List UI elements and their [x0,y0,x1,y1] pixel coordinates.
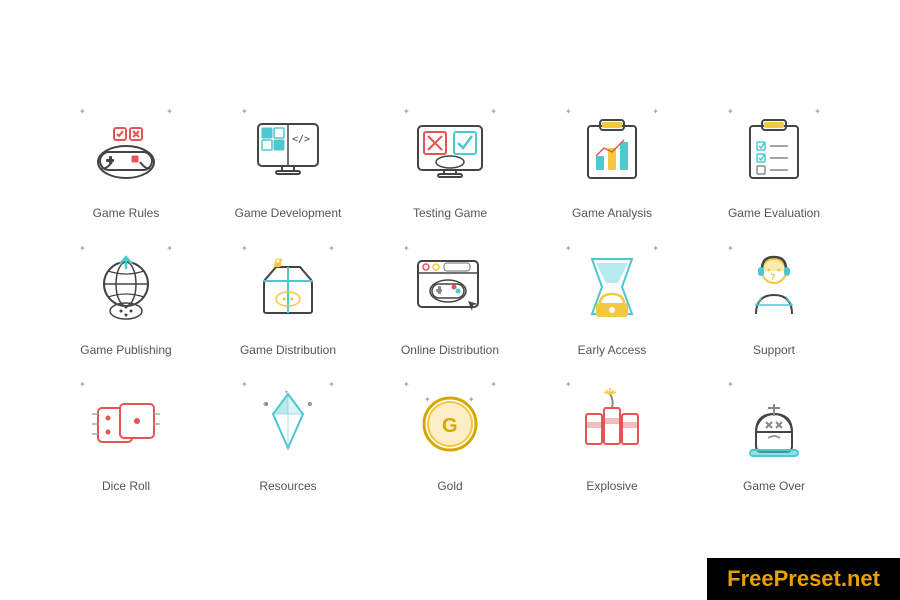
icon-item-game-rules: ✦ ✦ Game [50,105,202,222]
support-svg: ? [734,249,814,324]
sparkle-tl: ✦ [565,380,572,389]
explosive-label: Explosive [586,478,637,495]
support-label: Support [753,342,795,359]
game-over-label: Game Over [743,478,805,495]
sparkle-tl: ✦ [403,380,410,389]
sparkle-tl: ✦ [727,244,734,253]
icon-item-game-publishing: ✦ ✦ Game Publishing [50,242,202,359]
game-development-svg: </> [248,112,328,187]
gold-svg: G ✦ ✦ [410,386,490,461]
game-evaluation-label: Game Evaluation [728,205,820,222]
resources-svg: ✦ ✦ ✦ [248,386,328,461]
icon-item-online-distribution: ✦ Online Distri [374,242,526,359]
icon-item-game-development: ✦ </> Game Development [212,105,364,222]
svg-text:</>: </> [292,134,310,145]
svg-text:✦: ✦ [468,395,475,404]
icon-box-game-rules: ✦ ✦ [71,105,181,195]
sparkle-tl: ✦ [403,107,410,116]
sparkle-tl: ✦ [565,107,572,116]
game-development-label: Game Development [235,205,342,222]
game-publishing-svg [86,249,166,324]
sparkle-tl: ✦ [79,244,86,253]
svg-text:✦: ✦ [308,401,313,408]
icon-box-game-over: ✦ [719,378,829,468]
watermark-suffix: .net [841,566,880,591]
sparkle-tl: ✦ [565,244,572,253]
online-distribution-label: Online Distribution [401,342,499,359]
icon-box-support: ✦ ? [719,242,829,332]
svg-text:✦: ✦ [284,389,289,396]
game-over-svg [734,386,814,461]
icon-box-game-distribution: ✦ ✦ [233,242,343,332]
online-distribution-svg [410,249,490,324]
icon-box-explosive: ✦ [557,378,667,468]
game-rules-svg [86,112,166,187]
gold-label: Gold [437,478,462,495]
icon-item-game-over: ✦ [698,378,850,495]
icon-item-gold: ✦ ✦ G ✦ ✦ Gold [374,378,526,495]
icon-box-gold: ✦ ✦ G ✦ ✦ [395,378,505,468]
explosive-svg [572,386,652,461]
sparkle-tl: ✦ [241,107,248,116]
icon-box-online-distribution: ✦ [395,242,505,332]
game-analysis-svg [572,112,652,187]
resources-label: Resources [259,478,316,495]
game-rules-label: Game Rules [93,205,160,222]
game-distribution-label: Game Distribution [240,342,336,359]
icon-item-dice-roll: ✦ Dice Roll [50,378,202,495]
icon-item-resources: ✦ ✦ ✦ ✦ ✦ Resources [212,378,364,495]
testing-game-svg [410,112,490,187]
sparkle-tl: ✦ [241,380,248,389]
icon-box-game-development: ✦ </> [233,105,343,195]
game-analysis-label: Game Analysis [572,205,652,222]
icon-item-game-evaluation: ✦ ✦ Game Evaluation [698,105,850,222]
sparkle-tr: ✦ [490,380,497,389]
watermark: FreePreset.net [707,558,900,600]
sparkle-tl: ✦ [727,380,734,389]
early-access-svg [572,249,652,324]
icon-item-early-access: ✦ ✦ Early Access [536,242,688,359]
sparkle-tl: ✦ [79,107,86,116]
icon-grid: ✦ ✦ Game [0,65,900,535]
watermark-prefix: FreePreset [727,566,841,591]
sparkle-tl: ✦ [79,380,86,389]
icon-box-resources: ✦ ✦ ✦ ✦ ✦ [233,378,343,468]
game-evaluation-svg [734,112,814,187]
icon-item-explosive: ✦ Explosive [536,378,688,495]
early-access-label: Early Access [578,342,647,359]
sparkle-tr: ✦ [166,244,173,253]
icon-box-game-evaluation: ✦ ✦ [719,105,829,195]
sparkle-tr: ✦ [652,107,659,116]
icon-box-testing-game: ✦ ✦ [395,105,505,195]
sparkle-tr: ✦ [328,244,335,253]
testing-game-label: Testing Game [413,205,487,222]
svg-text:✦: ✦ [424,395,431,404]
svg-text:G: G [442,415,458,437]
sparkle-tr: ✦ [166,107,173,116]
sparkle-tr: ✦ [814,107,821,116]
dice-roll-svg [86,386,166,461]
sparkle-tr: ✦ [652,244,659,253]
icon-item-testing-game: ✦ ✦ Testing Game [374,105,526,222]
sparkle-tl: ✦ [241,244,248,253]
icon-box-dice-roll: ✦ [71,378,181,468]
icon-item-support: ✦ ? Support [698,242,850,359]
sparkle-tl: ✦ [403,244,410,253]
dice-roll-label: Dice Roll [102,478,150,495]
icon-item-game-analysis: ✦ ✦ Game Analysis [536,105,688,222]
svg-text:✦: ✦ [262,401,267,408]
svg-text:?: ? [770,272,776,282]
icon-box-early-access: ✦ ✦ [557,242,667,332]
icon-box-game-analysis: ✦ ✦ [557,105,667,195]
sparkle-tl: ✦ [727,107,734,116]
game-distribution-svg [248,249,328,324]
sparkle-tr: ✦ [490,107,497,116]
game-publishing-label: Game Publishing [80,342,171,359]
icon-item-game-distribution: ✦ ✦ Game Distribution [212,242,364,359]
sparkle-tr: ✦ [328,380,335,389]
icon-box-game-publishing: ✦ ✦ [71,242,181,332]
